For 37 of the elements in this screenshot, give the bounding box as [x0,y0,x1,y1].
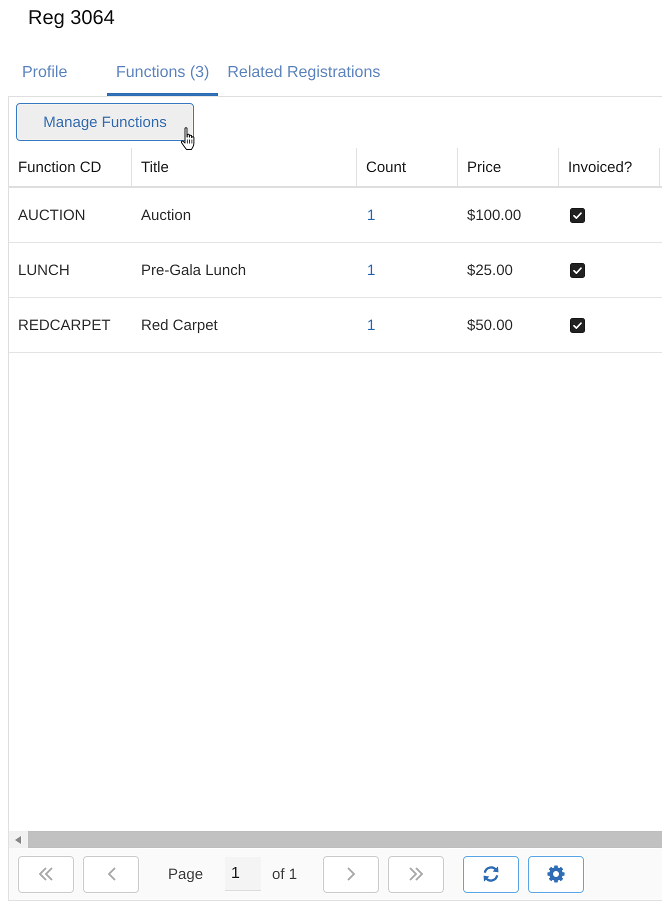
page-label: Page [168,866,204,882]
scroll-left-icon[interactable] [15,836,21,844]
settings-icon [547,865,566,883]
manage-functions-button[interactable]: Manage Functions [16,103,194,141]
table-cell: LUNCH [18,262,70,278]
column-header[interactable]: Price [458,148,559,186]
table-cell: $50.00 [467,316,513,334]
chevron-left-icon [106,867,116,881]
table-cell: 1 [367,206,376,224]
settings-button[interactable] [528,856,584,892]
chevron-right-icon [346,867,356,881]
page-title: Reg 3064 [28,6,115,30]
column-header[interactable]: Title [132,148,357,186]
checkbox[interactable] [570,318,585,332]
table-cell: Red Carpet [141,316,218,334]
tab[interactable]: Profile [13,52,107,96]
double-chevron-left-icon [38,867,54,881]
table-cell: Auction [141,206,192,224]
table-cell: REDCARPET [18,316,111,334]
column-header[interactable]: Function CD [9,148,132,186]
table-cell: AUCTION [18,206,86,224]
double-chevron-right-icon [408,867,424,881]
checkbox[interactable] [570,208,585,222]
table-cell: $25.00 [467,262,513,278]
column-header[interactable]: Invoiced? [559,148,660,186]
refresh-icon [482,865,500,883]
refresh-button[interactable] [463,856,520,892]
table-cell: 1 [367,262,376,278]
table-cell: Pre-Gala Lunch [141,262,246,278]
table-cell: $100.00 [467,206,522,224]
table-cell: 1 [367,316,376,334]
checkbox[interactable] [570,262,585,278]
hand-cursor-icon [180,127,196,151]
tab[interactable]: Related Registrations [218,52,390,96]
page-count-label: of 1 [272,866,298,882]
column-header[interactable]: Count [357,148,458,186]
page-number-field[interactable]: 1 [225,857,262,891]
